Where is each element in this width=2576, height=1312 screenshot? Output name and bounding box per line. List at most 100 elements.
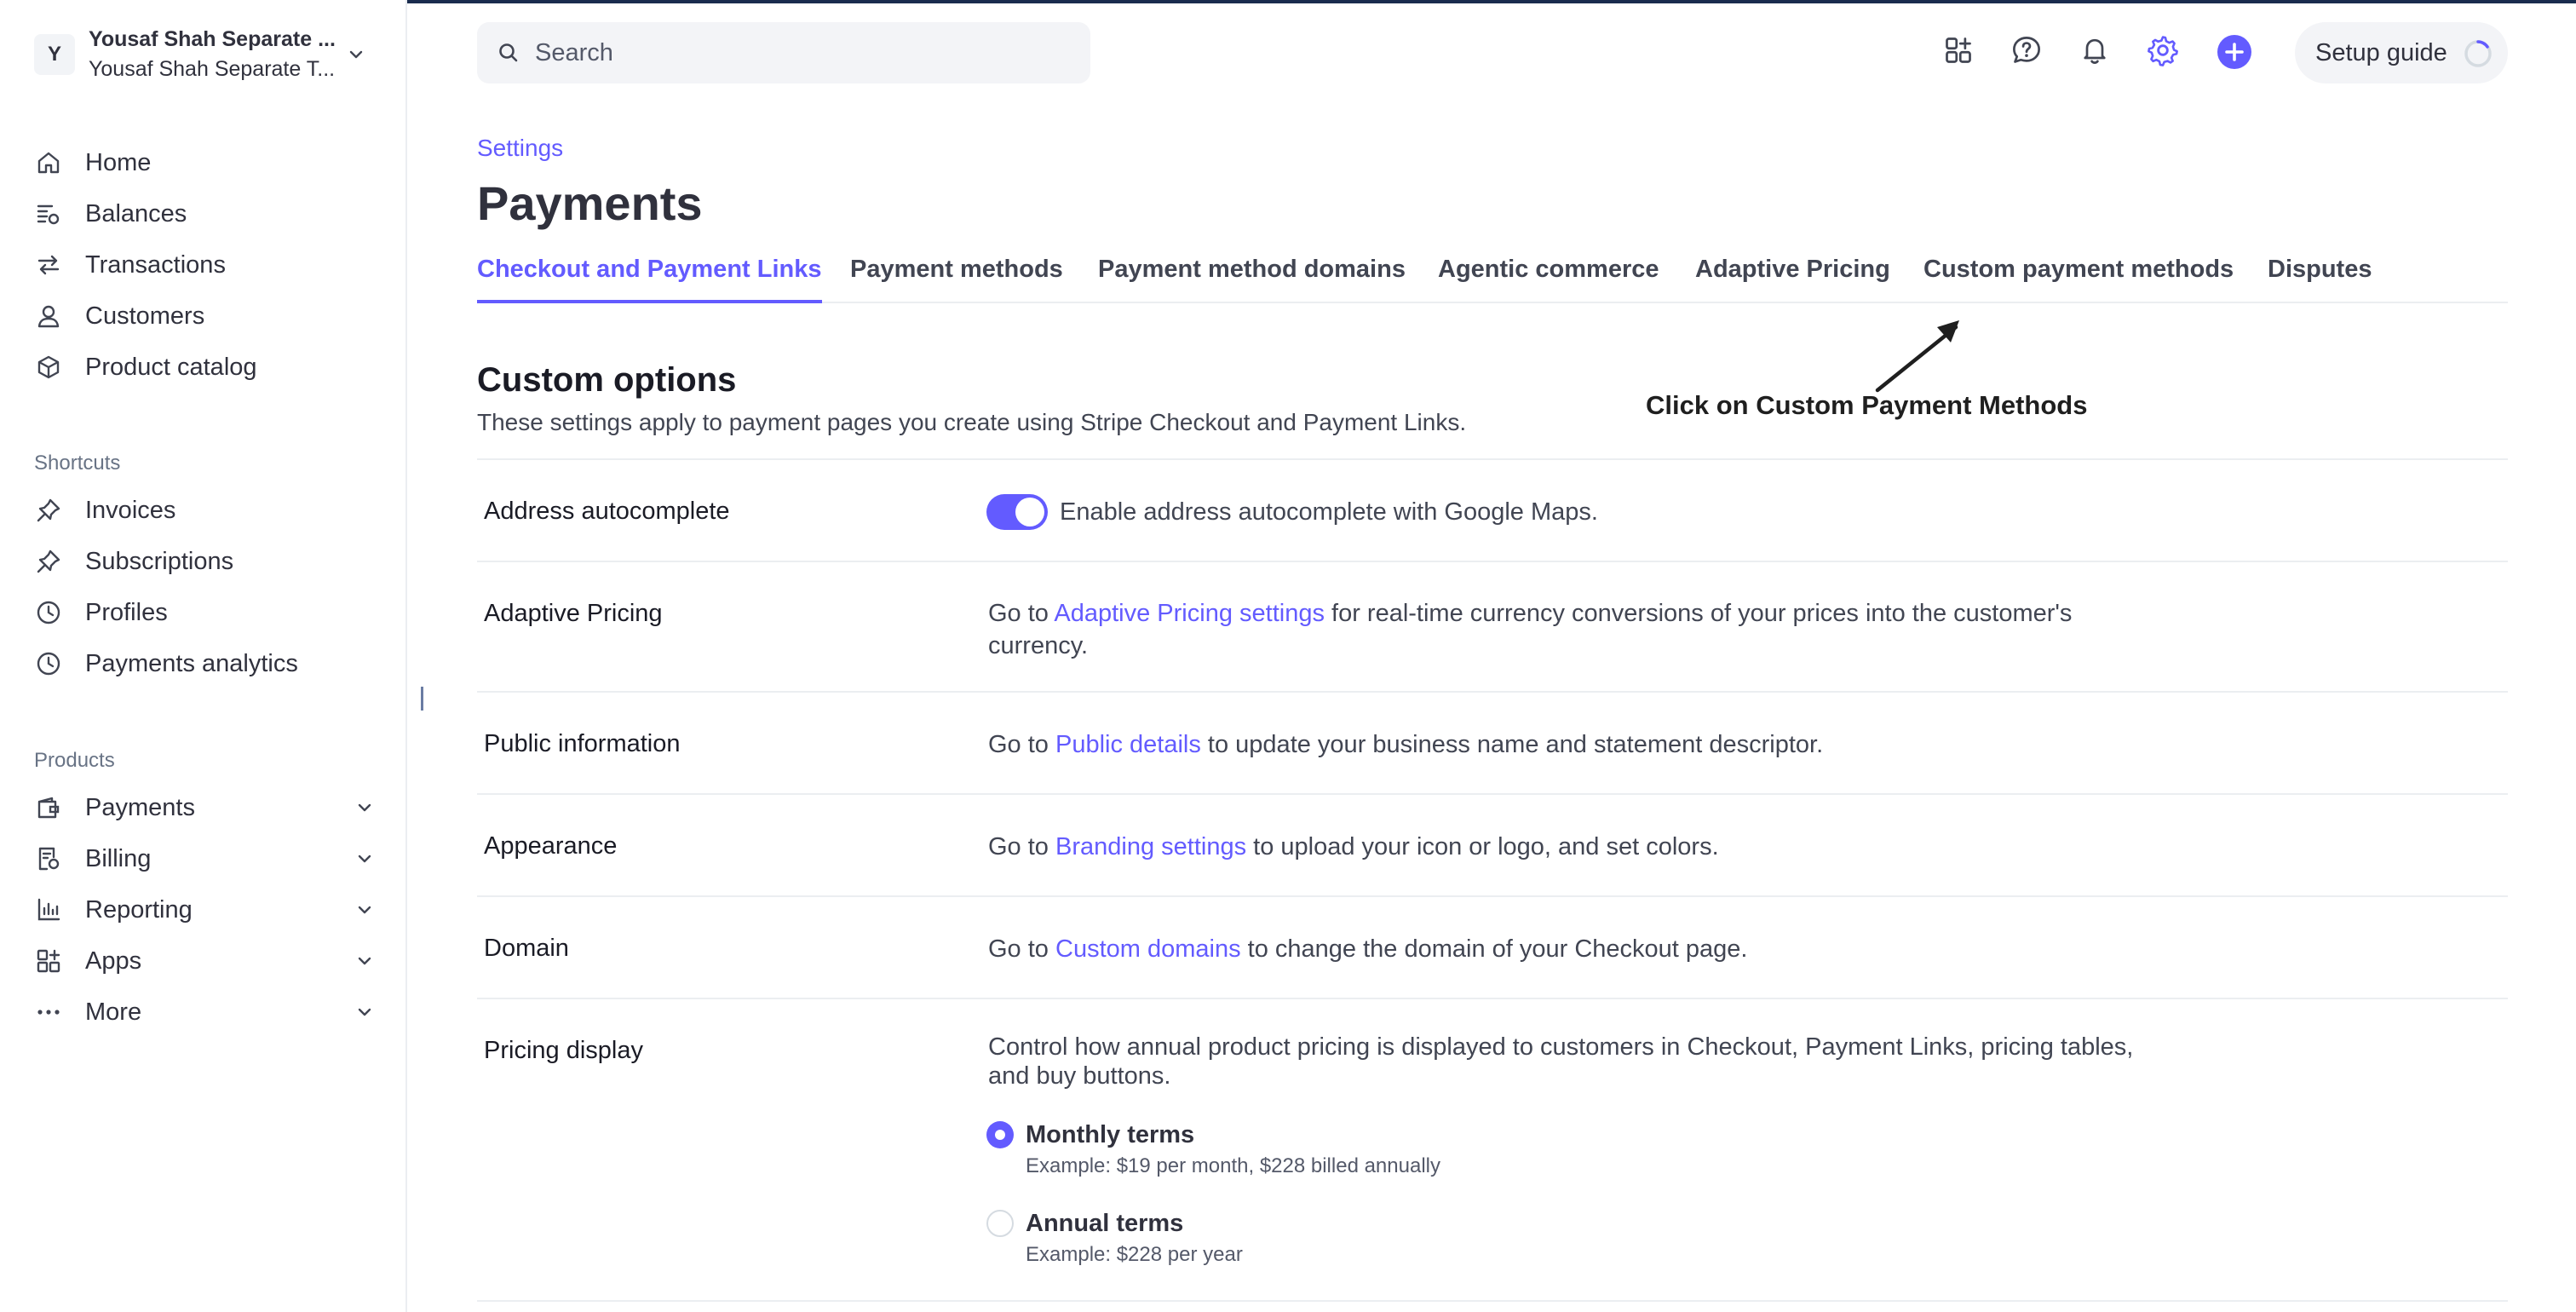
tab-bar: Checkout and Payment Links Payment metho… xyxy=(477,252,2508,303)
row-label-appearance: Appearance xyxy=(484,832,618,860)
bell-icon[interactable] xyxy=(2077,32,2113,68)
tab-payment-methods[interactable]: Payment methods xyxy=(850,256,1063,303)
sidebar-item-home[interactable]: Home xyxy=(34,139,375,187)
tab-adaptive-pricing[interactable]: Adaptive Pricing xyxy=(1695,256,1890,303)
products-heading: Products xyxy=(34,749,115,772)
page-title: Payments xyxy=(477,176,703,230)
appearance-text: Go to Branding settings to upload your i… xyxy=(988,831,2164,863)
sidebar-item-transactions[interactable]: Transactions xyxy=(34,241,375,289)
apps-icon xyxy=(34,947,63,975)
sidebar-item-label: Customers xyxy=(85,302,205,330)
transactions-icon xyxy=(34,250,63,279)
annotation-text: Click on Custom Payment Methods xyxy=(1646,390,2088,420)
setup-guide-button[interactable]: Setup guide xyxy=(2295,22,2508,83)
sidebar-item-label: Product catalog xyxy=(85,353,257,381)
account-switcher[interactable]: Y Yousaf Shah Separate ... Yousaf Shah S… xyxy=(34,26,375,83)
divider xyxy=(477,793,2508,795)
sidebar-item-payments-analytics[interactable]: Payments analytics xyxy=(34,640,375,688)
sidebar-item-label: Apps xyxy=(85,947,142,975)
pricing-display-text: Control how annual product pricing is di… xyxy=(988,1033,2134,1090)
sidebar-item-billing[interactable]: Billing xyxy=(34,835,375,883)
clock-icon xyxy=(34,598,63,627)
address-autocomplete-toggle[interactable] xyxy=(986,494,1048,530)
sidebar: Y Yousaf Shah Separate ... Yousaf Shah S… xyxy=(0,0,407,1312)
public-details-link[interactable]: Public details xyxy=(1055,731,1201,758)
sidebar-item-reporting[interactable]: Reporting xyxy=(34,886,375,934)
branding-settings-link[interactable]: Branding settings xyxy=(1055,833,1246,860)
adaptive-pricing-settings-link[interactable]: Adaptive Pricing settings xyxy=(1054,600,1325,627)
sidebar-item-label: Reporting xyxy=(85,895,193,924)
row-label-address-autocomplete: Address autocomplete xyxy=(484,498,730,525)
gear-icon[interactable] xyxy=(2145,32,2181,68)
sidebar-item-apps[interactable]: Apps xyxy=(34,937,375,985)
account-subtitle: Yousaf Shah Separate T... xyxy=(89,57,336,81)
custom-domains-link[interactable]: Custom domains xyxy=(1055,935,1241,963)
monthly-terms-label: Monthly terms xyxy=(1026,1121,1195,1148)
chevron-down-icon xyxy=(358,855,371,863)
section-description: These settings apply to payment pages yo… xyxy=(477,409,1467,435)
row-label-public-information: Public information xyxy=(484,730,681,757)
sidebar-item-label: Payments analytics xyxy=(85,649,298,677)
tab-disputes[interactable]: Disputes xyxy=(2268,256,2372,303)
annotation-arrow xyxy=(1875,320,1959,393)
divider xyxy=(477,458,2508,460)
annual-terms-example: Example: $228 per year xyxy=(1026,1243,1243,1266)
divider xyxy=(477,1300,2508,1302)
divider xyxy=(477,998,2508,999)
section-title: Custom options xyxy=(477,361,737,399)
tab-checkout-and-payment-links[interactable]: Checkout and Payment Links xyxy=(477,256,822,303)
tab-custom-payment-methods[interactable]: Custom payment methods xyxy=(1923,256,2234,303)
row-label-adaptive-pricing: Adaptive Pricing xyxy=(484,600,663,627)
sidebar-item-profiles[interactable]: Profiles xyxy=(34,589,375,636)
sidebar-item-product-catalog[interactable]: Product catalog xyxy=(34,343,375,391)
tab-payment-method-domains[interactable]: Payment method domains xyxy=(1098,256,1406,303)
customers-icon xyxy=(34,302,63,331)
search-input[interactable]: Search xyxy=(477,22,1090,83)
account-avatar: Y xyxy=(34,34,75,75)
product-catalog-icon xyxy=(34,353,63,382)
annual-terms-label: Annual terms xyxy=(1026,1210,1184,1237)
divider xyxy=(477,895,2508,897)
sidebar-item-balances[interactable]: Balances xyxy=(34,190,375,238)
breadcrumb[interactable]: Settings xyxy=(477,135,563,162)
chevron-down-icon xyxy=(358,803,371,812)
help-icon[interactable] xyxy=(2009,32,2044,68)
sidebar-resize-handle[interactable] xyxy=(421,687,423,711)
chevron-down-icon xyxy=(358,957,371,965)
apps-add-icon[interactable] xyxy=(1941,32,1976,68)
chevron-down-icon xyxy=(358,906,371,914)
sidebar-item-more[interactable]: More xyxy=(34,988,375,1036)
setup-guide-label: Setup guide xyxy=(2315,38,2447,66)
text-prefix: Go to xyxy=(988,935,1055,963)
progress-ring-icon xyxy=(2464,40,2492,67)
sidebar-item-label: Subscriptions xyxy=(85,547,234,575)
sidebar-item-subscriptions[interactable]: Subscriptions xyxy=(34,538,375,585)
sidebar-item-label: Transactions xyxy=(85,250,226,279)
sidebar-item-label: Payments xyxy=(85,793,195,821)
balances-icon xyxy=(34,199,63,228)
toggle-knob xyxy=(1015,498,1044,527)
reporting-icon xyxy=(34,895,63,924)
sidebar-item-invoices[interactable]: Invoices xyxy=(34,486,375,534)
annual-terms-radio[interactable] xyxy=(986,1210,1014,1237)
divider xyxy=(477,691,2508,693)
sidebar-item-label: Billing xyxy=(85,844,152,872)
domain-text: Go to Custom domains to change the domai… xyxy=(988,933,2164,965)
sidebar-item-label: More xyxy=(85,998,142,1026)
monthly-terms-example: Example: $19 per month, $228 billed annu… xyxy=(1026,1154,1440,1177)
sidebar-item-payments[interactable]: Payments xyxy=(34,784,375,832)
text-suffix: to update your business name and stateme… xyxy=(1200,731,1824,758)
sidebar-item-label: Home xyxy=(85,148,152,176)
tab-agentic-commerce[interactable]: Agentic commerce xyxy=(1438,256,1659,303)
adaptive-pricing-text: Go to Adaptive Pricing settings for real… xyxy=(988,597,2164,662)
more-icon xyxy=(34,998,63,1027)
sidebar-item-label: Profiles xyxy=(85,598,168,626)
monthly-terms-radio[interactable] xyxy=(986,1121,1014,1148)
pin-icon xyxy=(34,496,63,525)
public-information-text: Go to Public details to update your busi… xyxy=(988,728,2164,761)
home-icon xyxy=(34,148,63,177)
sidebar-item-customers[interactable]: Customers xyxy=(34,292,375,340)
plus-icon[interactable] xyxy=(2217,34,2252,70)
sidebar-item-label: Balances xyxy=(85,199,187,227)
shortcuts-heading: Shortcuts xyxy=(34,452,121,475)
